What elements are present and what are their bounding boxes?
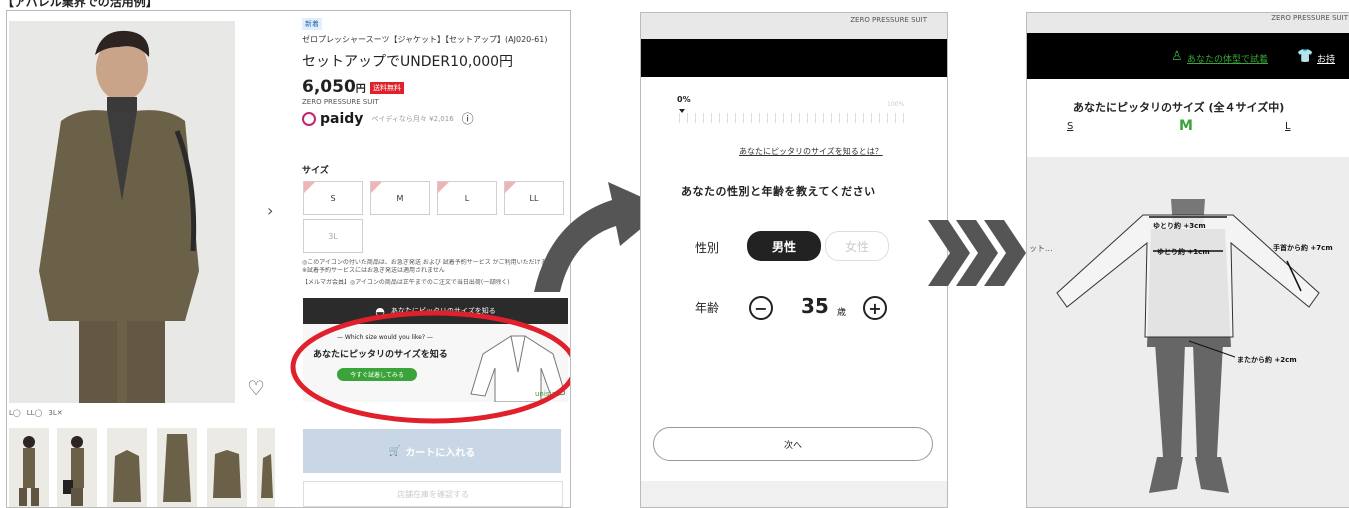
size-option-3l[interactable]: 3L xyxy=(303,219,363,253)
product-code: ゼロプレッシャースーツ【ジャケット】【セットアップ】(AJ020-61) xyxy=(302,35,548,44)
paidy-logo-icon xyxy=(302,111,316,126)
price: 6,050円 xyxy=(302,77,366,97)
question-text: あなたの性別と年齢を教えてください xyxy=(681,185,876,198)
gender-male-label: 男性 xyxy=(771,239,796,254)
gender-female-button[interactable]: 女性 xyxy=(825,231,889,261)
size-label: L xyxy=(464,193,470,203)
product-title: セットアップでUNDER10,000円 xyxy=(302,54,514,70)
brand-label: ZERO PRESSURE SUIT xyxy=(1271,14,1348,22)
thumbnail[interactable] xyxy=(157,428,197,507)
result-header-bar: ♙ あなたの体型で試着 👕 お持 xyxy=(1027,33,1349,79)
result-title: あなたにピッタリのサイズ (全４サイズ中) xyxy=(1073,101,1285,114)
cart-icon: 🛒 xyxy=(388,445,402,457)
size-heading: サイズ xyxy=(302,166,329,176)
size-option-m[interactable]: M xyxy=(370,181,430,215)
thumbnail[interactable] xyxy=(107,428,147,507)
thumbnail[interactable] xyxy=(257,428,275,507)
store-stock-button[interactable]: 店舗在庫を確認する xyxy=(303,481,563,507)
truncated-side-text: ット... xyxy=(1029,244,1053,253)
stock-tag: L◯ xyxy=(9,409,21,417)
background-page-strip: ZERO PRESSURE SUIT xyxy=(1027,13,1349,33)
brand-label: ZERO PRESSURE SUIT xyxy=(850,16,927,24)
price-currency: 円 xyxy=(355,84,366,95)
waist-annotation: ゆとり約 +1cm xyxy=(1157,248,1210,256)
age-minus-button[interactable]: − xyxy=(749,296,773,320)
stock-tags: L◯ LL◯ 3L✕ xyxy=(9,409,63,417)
chest-annotation: ゆとり約 +3cm xyxy=(1153,222,1206,230)
owned-items-link[interactable]: お持 xyxy=(1317,52,1335,65)
new-badge: 新着 xyxy=(302,18,322,30)
age-value: 35 xyxy=(801,294,829,318)
brand-name: ZERO PRESSURE SUIT xyxy=(302,98,379,106)
product-main-image[interactable] xyxy=(9,21,235,403)
crotch-annotation: またから約 +2cm xyxy=(1237,356,1297,364)
modal-header-bar xyxy=(641,39,947,77)
paidy-row[interactable]: paidy ペイディなら月々 ¥2,016 ⓘ xyxy=(302,110,474,127)
age-unit: 歳 xyxy=(837,308,847,318)
try-with-your-body-link[interactable]: あなたの体型で試着 xyxy=(1187,52,1268,65)
add-to-cart-button[interactable]: 🛒 カートに入れる xyxy=(303,429,561,473)
age-plus-button[interactable]: + xyxy=(863,296,887,320)
size-tab-m[interactable]: M xyxy=(1179,118,1193,134)
size-label: S xyxy=(330,193,336,203)
person-icon: ♙ xyxy=(1171,49,1183,64)
thumbnail[interactable] xyxy=(9,428,49,507)
background-page-strip: ZERO PRESSURE SUIT xyxy=(641,13,947,39)
gender-label: 性別 xyxy=(695,241,720,255)
header-caption: 【アパレル業界での活用例】 xyxy=(2,0,158,9)
size-result-panel: ZERO PRESSURE SUIT ♙ あなたの体型で試着 👕 お持 あなたに… xyxy=(1026,12,1349,508)
gender-male-button[interactable]: 男性 xyxy=(747,231,821,261)
highlight-ellipse xyxy=(290,310,570,424)
body-fit-visual: ゆとり約 +3cm ゆとり約 +1cm 手首から約 +7cm またから約 +2c… xyxy=(1027,157,1349,507)
shipping-badge: 送料無料 xyxy=(370,82,404,94)
thumbnail[interactable] xyxy=(207,428,247,507)
size-tab-l[interactable]: L xyxy=(1285,121,1291,132)
next-button-label: 次へ xyxy=(783,440,802,451)
product-page-panel: ♡ › L◯ LL◯ 3L✕ 新着 ゼロプレッシャースーツ【ジャケット】【セット… xyxy=(6,10,571,508)
progress-marker-icon xyxy=(679,109,685,113)
size-label: M xyxy=(396,193,404,203)
size-quiz-panel: ZERO PRESSURE SUIT 0% 100% あなたにピッタリのサイズを… xyxy=(640,12,948,508)
progress-start-label: 0% xyxy=(677,95,691,104)
body-silhouette-icon xyxy=(1056,199,1320,493)
gender-female-label: 女性 xyxy=(844,239,869,254)
favorite-heart-icon[interactable]: ♡ xyxy=(247,376,265,400)
size-option-l[interactable]: L xyxy=(437,181,497,215)
age-label: 年齢 xyxy=(695,301,720,315)
paidy-text: ペイディなら月々 ¥2,016 xyxy=(371,114,454,123)
stock-tag: LL◯ xyxy=(26,409,43,417)
store-stock-label: 店舗在庫を確認する xyxy=(397,489,469,499)
plus-icon: + xyxy=(868,298,882,318)
size-label: 3L xyxy=(328,231,338,241)
price-value: 6,050 xyxy=(302,77,356,97)
add-to-cart-label: カートに入れる xyxy=(405,447,476,459)
size-option-s[interactable]: S xyxy=(303,181,363,215)
help-link[interactable]: あなたにピッタリのサイズを知るとは？ xyxy=(739,146,883,157)
next-button[interactable]: 次へ xyxy=(653,427,933,461)
info-icon[interactable]: ⓘ xyxy=(462,110,474,127)
stock-tag: 3L✕ xyxy=(48,409,63,417)
triple-chevron-icon xyxy=(928,220,1026,286)
shirt-icon: 👕 xyxy=(1297,49,1314,64)
paidy-logo: paidy xyxy=(320,110,364,127)
size-tab-s[interactable]: S xyxy=(1067,121,1073,132)
wrist-annotation: 手首から約 +7cm xyxy=(1273,244,1333,252)
image-next-arrow-icon[interactable]: › xyxy=(267,201,273,220)
thumbnail[interactable] xyxy=(57,428,97,507)
bottom-strip xyxy=(641,481,947,507)
progress-bar xyxy=(679,113,911,123)
minus-icon: − xyxy=(754,298,768,318)
progress-end-label: 100% xyxy=(887,101,905,108)
